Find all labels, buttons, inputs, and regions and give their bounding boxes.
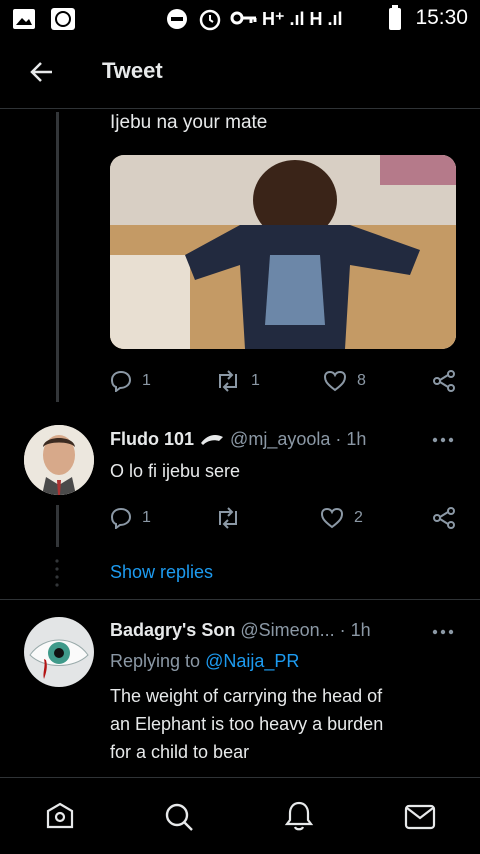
reply-count: 1 — [142, 372, 151, 389]
home-icon[interactable] — [45, 802, 75, 832]
alarm-icon — [199, 9, 221, 31]
thread-line — [56, 505, 59, 547]
replying-to: Replying to @Naija_PR — [110, 651, 299, 672]
battery-icon — [389, 5, 401, 30]
key-icon — [230, 11, 257, 25]
author-handle[interactable]: @mj_ayoola — [230, 429, 330, 449]
search-icon[interactable] — [164, 802, 194, 832]
more-icon[interactable] — [432, 628, 454, 636]
tweet-image[interactable] — [110, 155, 456, 349]
like-count: 2 — [354, 509, 363, 526]
retweet-button[interactable] — [215, 507, 241, 529]
author-handle[interactable]: @Simeon... — [240, 620, 334, 640]
avatar[interactable] — [24, 617, 94, 687]
show-replies-link[interactable]: Show replies — [110, 562, 213, 583]
image-icon — [13, 9, 35, 29]
reply-text-line: an Elephant is too heavy a burden — [110, 714, 384, 734]
retweet-button[interactable]: 1 — [215, 370, 260, 392]
like-icon — [323, 370, 347, 392]
retweet-count: 1 — [251, 372, 260, 389]
messages-icon[interactable] — [404, 804, 436, 830]
like-count: 8 — [357, 372, 366, 389]
verified-icon — [201, 435, 224, 445]
like-icon — [320, 507, 344, 529]
avatar-image — [24, 617, 94, 687]
reply-header: Badagry's Son @Simeon... · 1h — [110, 620, 371, 641]
page-title: Tweet — [102, 58, 163, 83]
reply-text-line: The weight of carrying the head of — [110, 686, 383, 706]
reply-button[interactable]: 1 — [110, 507, 151, 529]
back-arrow-icon[interactable] — [30, 61, 54, 83]
network-indicator: H⁺ .ıl H .ıl — [262, 9, 343, 29]
share-icon[interactable] — [432, 370, 456, 392]
thread-dots — [55, 559, 59, 587]
retweet-icon — [219, 507, 237, 529]
reply-count: 1 — [142, 509, 151, 526]
replying-prefix: Replying to — [110, 651, 201, 671]
share-icon[interactable] — [432, 507, 456, 529]
reply-button[interactable]: 1 — [110, 370, 151, 392]
reply-text: O lo fi ijebu sere — [110, 461, 241, 481]
dnd-icon — [167, 9, 187, 29]
tweet-text: Ijebu na your mate — [110, 112, 268, 133]
more-icon[interactable] — [432, 436, 454, 444]
like-button[interactable]: 8 — [323, 370, 366, 392]
retweet-icon — [219, 370, 237, 392]
divider — [0, 599, 480, 600]
like-button[interactable]: 2 — [320, 507, 363, 529]
author-name[interactable]: Fludo 101 — [110, 429, 194, 449]
status-bar: H⁺ .ıl H .ıl 15:30 — [0, 0, 480, 38]
status-time: 15:30 — [415, 6, 468, 29]
author-name[interactable]: Badagry's Son — [110, 620, 235, 640]
timestamp: · 1h — [335, 429, 367, 449]
app-header: Tweet — [0, 38, 480, 109]
meme-photo — [110, 155, 456, 349]
reply-icon — [110, 507, 132, 529]
whatsapp-icon — [51, 8, 75, 30]
bottom-nav — [0, 777, 480, 854]
avatar[interactable] — [24, 425, 94, 495]
replying-to-handle[interactable]: @Naija_PR — [205, 651, 299, 671]
reply-header: Fludo 101 @mj_ayoola · 1h — [110, 429, 366, 450]
reply-icon — [110, 370, 132, 392]
thread-line — [56, 112, 59, 402]
avatar-image — [24, 425, 94, 495]
reply-text-line: for a child to bear — [110, 742, 250, 762]
notifications-icon[interactable] — [284, 800, 314, 832]
timestamp: · 1h — [339, 620, 371, 640]
